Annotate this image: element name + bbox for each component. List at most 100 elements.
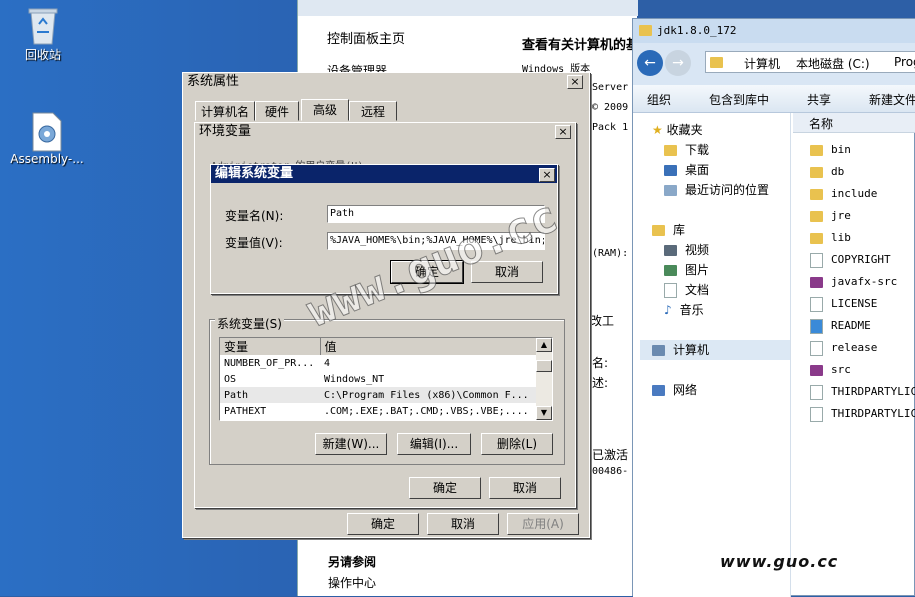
file-name: jre	[831, 209, 851, 222]
nav-downloads[interactable]: 下载	[664, 140, 822, 160]
folder-icon	[810, 144, 823, 156]
explorer-command-bar: 组织 包含到库中 共享 新建文件	[633, 85, 915, 113]
env-vars-title: 环境变量	[199, 124, 252, 139]
nav-desktop[interactable]: 桌面	[664, 160, 822, 180]
env-vars-titlebar: 环境变量	[195, 123, 575, 141]
table-row[interactable]: OS Windows_NT	[220, 371, 536, 387]
nav-computer[interactable]: 计算机	[640, 340, 790, 360]
file-item[interactable]: COPYRIGHT	[810, 250, 891, 270]
nav-recent-label: 最近访问的位置	[685, 183, 770, 197]
back-arrow-icon[interactable]: ←	[637, 50, 663, 76]
tab-advanced[interactable]: 高级	[301, 99, 349, 121]
file-icon	[810, 252, 823, 268]
new-var-button[interactable]: 新建(W)...	[315, 433, 387, 455]
file-name: bin	[831, 143, 851, 156]
scroll-thumb[interactable]	[536, 360, 552, 372]
folder-icon	[810, 210, 823, 222]
forward-arrow-icon[interactable]: →	[665, 50, 691, 76]
file-item[interactable]: include	[810, 184, 877, 204]
html-file-icon	[810, 318, 823, 334]
system-vars-table[interactable]: 变量 值 NUMBER_OF_PR... 4 OS Windows_NT Path C…	[219, 337, 553, 421]
include-in-library-button[interactable]: 包含到库中	[709, 91, 769, 108]
organize-button[interactable]: 组织	[647, 91, 671, 108]
close-icon[interactable]: ×	[539, 168, 555, 182]
table-row[interactable]: PATHEXT .COM;.EXE;.BAT;.CMD;.VBS;.VBE;...…	[220, 403, 536, 419]
file-name: db	[831, 165, 845, 178]
activation-status: 已激活	[592, 448, 629, 462]
file-item[interactable]: bin	[810, 140, 851, 160]
pictures-icon	[664, 265, 677, 276]
change-settings-text[interactable]: 改工	[590, 312, 614, 329]
var-name: Path	[224, 389, 249, 401]
var-value: 4	[324, 357, 331, 369]
close-icon[interactable]: ×	[567, 75, 583, 89]
table-scrollbar[interactable]: ▲ ▼	[536, 338, 552, 420]
computer-icon	[652, 345, 665, 356]
file-icon	[810, 384, 823, 400]
edit-var-title: 编辑系统变量	[215, 166, 294, 181]
delete-var-button[interactable]: 删除(L)	[481, 433, 553, 455]
recycle-bin-shortcut[interactable]: 回收站	[8, 6, 78, 63]
ram-label: (RAM):	[592, 248, 629, 259]
table-row[interactable]: NUMBER_OF_PR... 4	[220, 355, 536, 371]
col-variable[interactable]: 变量	[220, 338, 321, 355]
table-row[interactable]: Path C:\Program Files (x86)\Common F...	[220, 387, 536, 403]
folder-icon	[810, 232, 823, 244]
var-value-label: 变量值(V):	[225, 236, 283, 250]
file-item[interactable]: lib	[810, 228, 851, 248]
edit-var-button[interactable]: 编辑(I)...	[397, 433, 471, 455]
nav-documents[interactable]: 文档	[664, 280, 822, 300]
recycle-bin-icon	[25, 6, 61, 45]
file-item[interactable]: src	[810, 360, 851, 380]
file-item[interactable]: THIRDPARTYLICE	[810, 404, 915, 424]
file-item[interactable]: release	[810, 338, 877, 358]
var-value: C:\Program Files (x86)\Common F...	[324, 389, 529, 401]
scroll-up-icon[interactable]: ▲	[536, 338, 552, 352]
folder-icon	[810, 166, 823, 178]
nav-network[interactable]: 网络	[652, 380, 810, 400]
file-item[interactable]: THIRDPARTYLICE	[810, 382, 915, 402]
share-button[interactable]: 共享	[807, 91, 831, 108]
nav-pictures[interactable]: 图片	[664, 260, 822, 280]
env-ok-button[interactable]: 确定	[409, 477, 481, 499]
nav-videos[interactable]: 视频	[664, 240, 822, 260]
sysprop-ok-button[interactable]: 确定	[347, 513, 419, 535]
close-icon[interactable]: ×	[555, 125, 571, 139]
file-item[interactable]: javafx-src	[810, 272, 897, 292]
copyright-text: © 2009	[592, 102, 629, 113]
env-cancel-button[interactable]: 取消	[489, 477, 561, 499]
nav-network-label: 网络	[673, 383, 698, 397]
archive-icon	[810, 276, 823, 288]
scroll-down-icon[interactable]: ▼	[536, 406, 552, 420]
server-text: Server	[592, 82, 629, 93]
nav-documents-label: 文档	[685, 283, 710, 297]
sysprop-cancel-button[interactable]: 取消	[427, 513, 499, 535]
file-name: lib	[831, 231, 851, 244]
new-folder-button[interactable]: 新建文件	[869, 91, 915, 108]
nav-recent[interactable]: 最近访问的位置	[664, 180, 822, 200]
action-center-link[interactable]: 操作中心	[328, 574, 376, 591]
nav-music[interactable]: ♪ 音乐	[664, 300, 822, 320]
assembly-shortcut[interactable]: Assembly-...	[8, 112, 86, 166]
file-item[interactable]: jre	[810, 206, 851, 226]
nav-libraries[interactable]: 库	[652, 220, 810, 240]
col-value[interactable]: 值	[320, 338, 536, 355]
file-item[interactable]: LICENSE	[810, 294, 877, 314]
var-name-label: 变量名(N):	[225, 209, 284, 223]
crumb-computer[interactable]: 计算机	[744, 55, 780, 72]
crumb-program-files[interactable]: Prog	[894, 55, 915, 69]
file-item[interactable]: README	[810, 316, 871, 336]
tab-hardware[interactable]: 硬件	[255, 101, 299, 121]
control-panel-addressbar	[298, 0, 638, 16]
nav-favorites[interactable]: ★ 收藏夹	[652, 120, 810, 140]
tab-computer-name[interactable]: 计算机名	[195, 101, 255, 121]
file-item[interactable]: db	[810, 162, 844, 182]
sysprop-apply-button[interactable]: 应用(A)	[507, 513, 579, 535]
var-name: NUMBER_OF_PR...	[224, 357, 315, 369]
crumb-local-disk[interactable]: 本地磁盘 (C:)	[796, 55, 870, 72]
tab-remote[interactable]: 远程	[349, 101, 397, 121]
address-field[interactable]: 计算机 本地磁盘 (C:) Prog	[705, 51, 915, 73]
nav-music-label: 音乐	[679, 303, 704, 317]
control-panel-home-link[interactable]: 控制面板主页	[327, 28, 405, 47]
column-header-name[interactable]: 名称	[793, 113, 915, 133]
